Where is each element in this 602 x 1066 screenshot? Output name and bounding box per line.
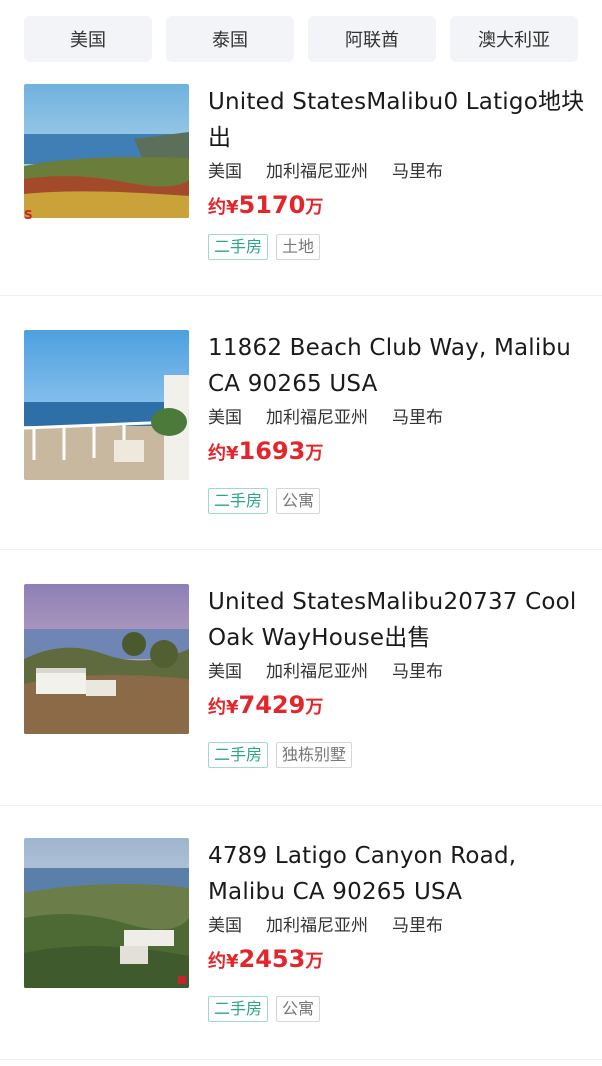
price-value: 5170 [238, 191, 306, 219]
tag-category: 土地 [276, 234, 321, 260]
hillside-house-image [24, 584, 189, 734]
price-prefix: 约¥ [208, 951, 239, 972]
tab-australia[interactable]: 澳大利亚 [450, 16, 578, 62]
listing-tags: 二手房 独栋别墅 [208, 742, 353, 768]
listing-title[interactable]: United StatesMalibu0 Latigo地块出 [208, 84, 586, 156]
location-city: 马里布 [392, 916, 443, 936]
listing-price: 约¥1693万 [208, 436, 586, 469]
price-unit: 万 [305, 197, 324, 218]
listing-item[interactable]: 11862 Beach Club Way, Malibu CA 90265 US… [0, 330, 602, 550]
listing-item[interactable]: S United StatesMalibu0 Latigo地块出 美国 加利福尼… [0, 84, 602, 296]
image-marker: S [24, 208, 33, 222]
location-country: 美国 [208, 162, 242, 182]
coastal-field-image [24, 84, 189, 218]
listing-location: 美国 加利福尼亚州 马里布 [208, 914, 586, 938]
tag-category: 独栋别墅 [276, 742, 353, 768]
price-prefix: 约¥ [208, 197, 239, 218]
listing-image[interactable] [24, 330, 189, 480]
listing-item[interactable]: 4789 Latigo Canyon Road, Malibu CA 90265… [0, 838, 602, 1060]
location-city: 马里布 [392, 408, 443, 428]
location-city: 马里布 [392, 162, 443, 182]
price-prefix: 约¥ [208, 443, 239, 464]
price-prefix: 约¥ [208, 697, 239, 718]
price-unit: 万 [305, 951, 324, 972]
location-country: 美国 [208, 662, 242, 682]
divider [0, 805, 602, 806]
country-tabs: 美国 泰国 阿联酋 澳大利亚 [24, 16, 586, 62]
tag-category: 公寓 [276, 996, 321, 1022]
listing-price: 约¥5170万 [208, 190, 586, 223]
tag-type: 二手房 [208, 488, 269, 514]
location-country: 美国 [208, 408, 242, 428]
listing-title[interactable]: 11862 Beach Club Way, Malibu CA 90265 US… [208, 330, 586, 402]
divider [0, 1059, 602, 1060]
price-value: 1693 [238, 437, 306, 465]
canyon-coast-image [24, 838, 189, 988]
listing-tags: 二手房 土地 [208, 234, 321, 260]
listing-info: United StatesMalibu20737 Cool Oak WayHou… [208, 584, 586, 768]
listing-info: United StatesMalibu0 Latigo地块出 美国 加利福尼亚州… [208, 84, 586, 260]
ocean-balcony-image [24, 330, 189, 480]
tag-type: 二手房 [208, 996, 269, 1022]
listing-image[interactable] [24, 84, 189, 218]
listing-location: 美国 加利福尼亚州 马里布 [208, 660, 586, 684]
location-state: 加利福尼亚州 [266, 916, 368, 936]
listing-info: 4789 Latigo Canyon Road, Malibu CA 90265… [208, 838, 586, 1022]
divider [0, 549, 602, 550]
listing-location: 美国 加利福尼亚州 马里布 [208, 160, 586, 184]
listing-item[interactable]: United StatesMalibu20737 Cool Oak WayHou… [0, 584, 602, 806]
tab-thailand[interactable]: 泰国 [166, 16, 294, 62]
tab-uae[interactable]: 阿联酋 [308, 16, 436, 62]
listing-tags: 二手房 公寓 [208, 996, 321, 1022]
price-unit: 万 [305, 443, 324, 464]
listing-title[interactable]: United StatesMalibu20737 Cool Oak WayHou… [208, 584, 586, 656]
location-state: 加利福尼亚州 [266, 408, 368, 428]
divider [0, 295, 602, 296]
location-city: 马里布 [392, 662, 443, 682]
tab-usa[interactable]: 美国 [24, 16, 152, 62]
listing-price: 约¥7429万 [208, 690, 586, 723]
price-value: 7429 [238, 691, 306, 719]
tag-type: 二手房 [208, 234, 269, 260]
listing-tags: 二手房 公寓 [208, 488, 321, 514]
tag-type: 二手房 [208, 742, 269, 768]
listing-title[interactable]: 4789 Latigo Canyon Road, Malibu CA 90265… [208, 838, 586, 910]
listing-info: 11862 Beach Club Way, Malibu CA 90265 US… [208, 330, 586, 514]
price-value: 2453 [238, 945, 306, 973]
page: 美国 泰国 阿联酋 澳大利亚 S United StatesMalibu0 La… [0, 0, 602, 1066]
listing-image[interactable] [24, 584, 189, 734]
location-state: 加利福尼亚州 [266, 662, 368, 682]
price-unit: 万 [305, 697, 324, 718]
location-state: 加利福尼亚州 [266, 162, 368, 182]
tag-category: 公寓 [276, 488, 321, 514]
listing-location: 美国 加利福尼亚州 马里布 [208, 406, 586, 430]
location-country: 美国 [208, 916, 242, 936]
listing-price: 约¥2453万 [208, 944, 586, 977]
listing-image[interactable] [24, 838, 189, 988]
